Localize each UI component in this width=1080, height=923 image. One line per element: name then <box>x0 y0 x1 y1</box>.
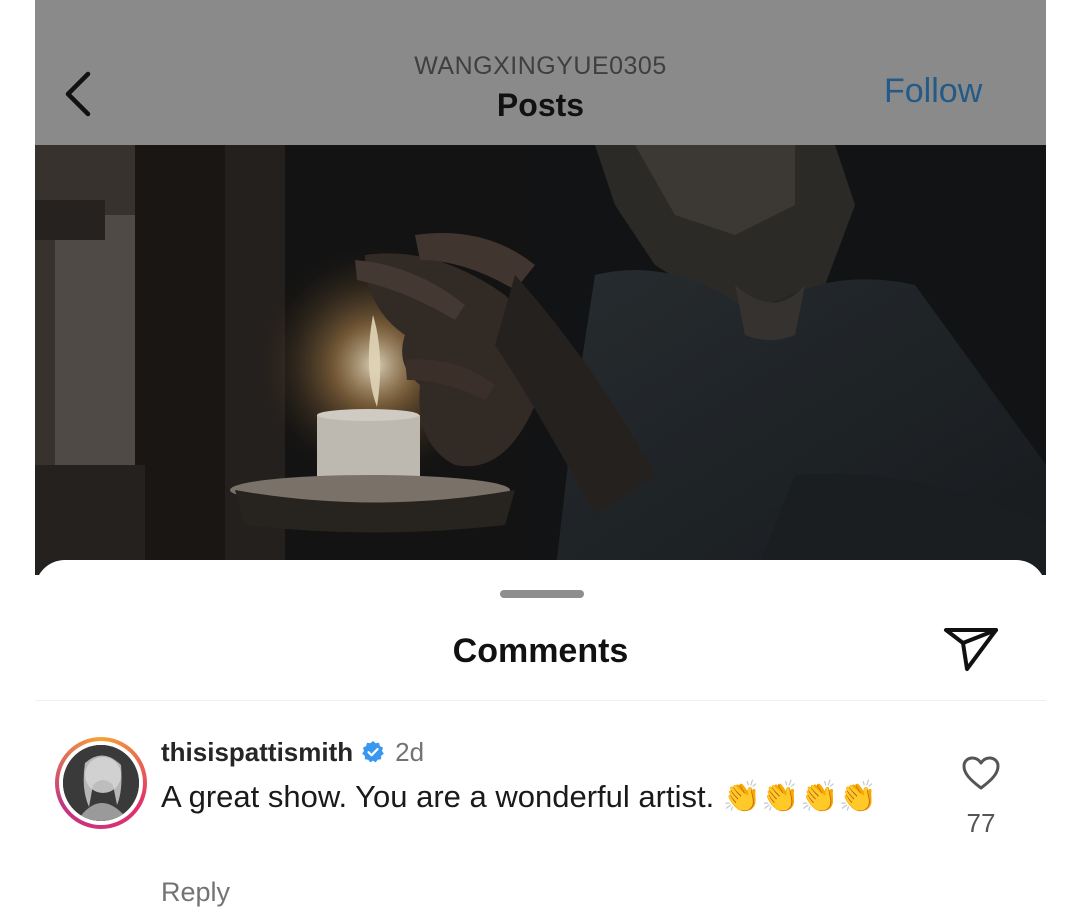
posts-header: WANGXINGYUE0305 Posts Follow <box>35 0 1046 145</box>
like-button[interactable] <box>961 755 1001 796</box>
verified-badge-icon <box>362 741 384 763</box>
heart-outline-icon <box>962 756 1000 790</box>
post-photo <box>35 145 1046 575</box>
comment-text: A great show. You are a wonderful artist… <box>161 779 878 814</box>
comment-item: thisispattismith 2d A great show. You ar… <box>35 735 1046 915</box>
divider <box>35 700 1046 701</box>
sheet-grabber[interactable] <box>500 590 584 598</box>
comments-sheet: Comments thisispattismith 2d A great sho… <box>35 560 1046 923</box>
share-button[interactable] <box>943 626 999 672</box>
comment-time: 2d <box>395 736 425 767</box>
avatar-story-ring[interactable] <box>55 737 147 829</box>
sheet-title: Comments <box>452 632 629 670</box>
comment-username[interactable]: thisispattismith <box>161 737 353 768</box>
comment-body: thisispattismith 2d A great show. You ar… <box>161 735 901 817</box>
comment-meta: thisispattismith 2d <box>161 735 901 769</box>
like-column: 77 <box>957 755 1005 839</box>
paper-plane-icon <box>944 628 998 671</box>
avatar <box>63 745 139 821</box>
like-count: 77 <box>966 808 996 838</box>
left-margin <box>0 0 35 923</box>
follow-button[interactable]: Follow <box>884 72 982 111</box>
right-margin <box>1046 0 1080 923</box>
reply-button[interactable]: Reply <box>161 877 230 908</box>
